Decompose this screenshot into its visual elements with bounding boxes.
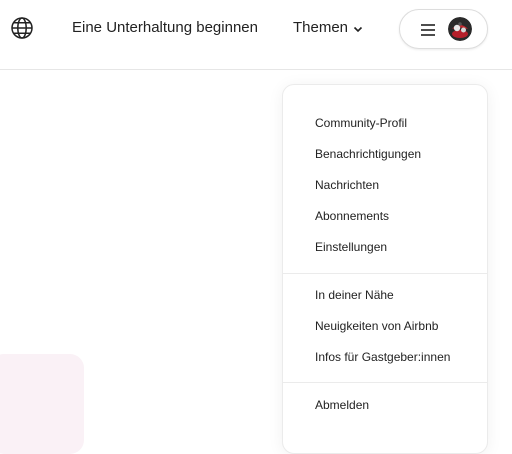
hamburger-menu-icon	[421, 24, 435, 36]
menu-item-community-profile[interactable]: Community-Profil	[315, 116, 407, 130]
topics-dropdown[interactable]: Themen	[293, 19, 364, 36]
menu-item-messages[interactable]: Nachrichten	[315, 178, 379, 192]
menu-item-notifications[interactable]: Benachrichtigungen	[315, 147, 421, 161]
globe-icon[interactable]	[10, 16, 34, 40]
user-menu-button[interactable]	[399, 9, 488, 49]
menu-item-settings[interactable]: Einstellungen	[315, 240, 387, 254]
start-conversation-link[interactable]: Eine Unterhaltung beginnen	[72, 19, 258, 36]
menu-item-logout[interactable]: Abmelden	[315, 398, 369, 412]
user-menu-dropdown: Community-Profil Benachrichtigungen Nach…	[282, 84, 488, 454]
chevron-down-icon	[353, 26, 363, 32]
menu-item-airbnb-news[interactable]: Neuigkeiten von Airbnb	[315, 319, 438, 333]
avatar	[448, 17, 472, 41]
topics-label: Themen	[293, 19, 349, 36]
top-header: Eine Unterhaltung beginnen Themen	[0, 0, 512, 70]
content-card	[0, 354, 84, 454]
menu-divider	[283, 273, 487, 274]
menu-item-subscriptions[interactable]: Abonnements	[315, 209, 389, 223]
menu-item-host-info[interactable]: Infos für Gastgeber:innen	[315, 350, 450, 364]
menu-divider	[283, 382, 487, 383]
menu-item-nearby[interactable]: In deiner Nähe	[315, 288, 394, 302]
